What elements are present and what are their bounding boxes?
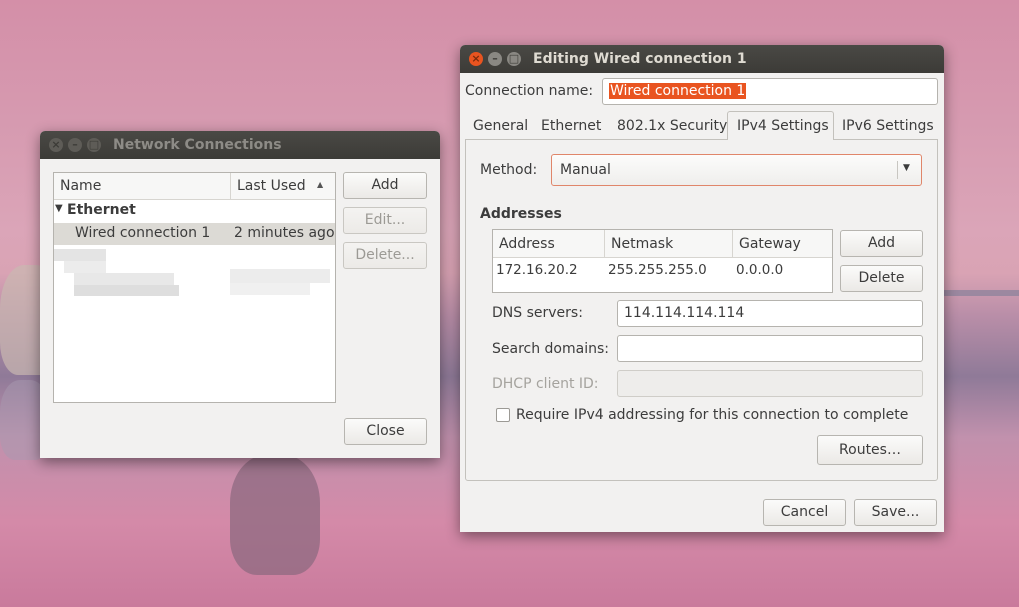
group-row-ethernet[interactable]: ▼ Ethernet xyxy=(54,200,335,222)
tab-ipv4-label: IPv4 Settings xyxy=(737,118,829,134)
close-icon[interactable]: × xyxy=(49,138,63,152)
sort-ascending-icon: ▲ xyxy=(317,180,324,189)
editing-titlebar[interactable]: × – □ Editing Wired connection 1 xyxy=(460,45,944,73)
addresses-heading: Addresses xyxy=(480,206,562,222)
tab-general[interactable]: General xyxy=(473,118,528,134)
add-address-button[interactable]: Add xyxy=(840,230,923,257)
method-combobox[interactable]: Manual ▼ xyxy=(551,154,922,186)
connection-name-field[interactable]: Wired connection 1 xyxy=(602,78,938,105)
dns-servers-value: 114.114.114.114 xyxy=(624,305,745,321)
maximize-icon[interactable]: □ xyxy=(87,138,101,152)
chevron-down-icon: ▼ xyxy=(903,163,910,173)
method-value: Manual xyxy=(560,162,611,178)
connection-name: Wired connection 1 xyxy=(75,225,211,241)
tab-ethernet[interactable]: Ethernet xyxy=(541,118,601,134)
add-button[interactable]: Add xyxy=(343,172,427,199)
connection-name-selected-text: Wired connection 1 xyxy=(609,83,747,99)
require-ipv4-label[interactable]: Require IPv4 addressing for this connect… xyxy=(516,407,908,423)
addresses-table[interactable]: Address Netmask Gateway 172.16.20.2 255.… xyxy=(492,229,833,293)
gateway-cell[interactable]: 0.0.0.0 xyxy=(736,262,783,278)
column-header-name[interactable]: Name xyxy=(60,178,101,194)
desktop-rock-center xyxy=(230,455,320,575)
tab-ipv4-settings[interactable]: IPv4 Settings xyxy=(727,111,834,140)
column-header-netmask[interactable]: Netmask xyxy=(611,236,673,252)
maximize-icon[interactable]: □ xyxy=(507,52,521,66)
address-cell[interactable]: 172.16.20.2 xyxy=(496,262,578,278)
minimize-icon[interactable]: – xyxy=(488,52,502,66)
require-ipv4-checkbox[interactable] xyxy=(496,408,510,422)
list-item[interactable]: Wired connection 1 2 minutes ago xyxy=(54,223,335,245)
combobox-divider xyxy=(897,161,898,179)
dhcp-client-id-label: DHCP client ID: xyxy=(492,376,599,392)
group-label: Ethernet xyxy=(67,202,136,218)
column-divider xyxy=(732,230,733,257)
column-header-last-used[interactable]: Last Used xyxy=(237,178,306,194)
tab-ipv6-settings[interactable]: IPv6 Settings xyxy=(842,118,934,134)
delete-button[interactable]: Delete... xyxy=(343,242,427,269)
dns-servers-field[interactable]: 114.114.114.114 xyxy=(617,300,923,327)
window-title: Network Connections xyxy=(113,137,282,153)
search-domains-label: Search domains: xyxy=(492,341,609,357)
table-row[interactable]: 172.16.20.2 255.255.255.0 0.0.0.0 xyxy=(493,258,832,282)
network-connections-window: × – □ Network Connections Name Last Used… xyxy=(40,131,440,458)
column-header-gateway[interactable]: Gateway xyxy=(739,236,801,252)
delete-address-button[interactable]: Delete xyxy=(840,265,923,292)
dns-servers-label: DNS servers: xyxy=(492,305,583,321)
cancel-button[interactable]: Cancel xyxy=(763,499,846,526)
minimize-icon[interactable]: – xyxy=(68,138,82,152)
netmask-cell[interactable]: 255.255.255.0 xyxy=(608,262,707,278)
column-divider xyxy=(604,230,605,257)
routes-button[interactable]: Routes… xyxy=(817,435,923,465)
search-domains-field[interactable] xyxy=(617,335,923,362)
addresses-header: Address Netmask Gateway xyxy=(493,230,832,258)
desktop-horizon xyxy=(940,290,1019,296)
network-connections-titlebar[interactable]: × – □ Network Connections xyxy=(40,131,440,159)
window-title: Editing Wired connection 1 xyxy=(533,51,747,67)
edit-button[interactable]: Edit... xyxy=(343,207,427,234)
column-divider xyxy=(230,173,231,199)
blurred-row xyxy=(54,249,335,309)
connections-list[interactable]: Name Last Used ▲ ▼ Ethernet Wired connec… xyxy=(53,172,336,403)
editing-connection-window: × – □ Editing Wired connection 1 Connect… xyxy=(460,45,944,532)
save-button[interactable]: Save... xyxy=(854,499,937,526)
expander-open-icon[interactable]: ▼ xyxy=(55,203,63,214)
dhcp-client-id-field[interactable] xyxy=(617,370,923,397)
column-header-address[interactable]: Address xyxy=(499,236,555,252)
close-icon[interactable]: × xyxy=(469,52,483,66)
close-button[interactable]: Close xyxy=(344,418,427,445)
list-header: Name Last Used ▲ xyxy=(54,173,335,200)
connection-name-label: Connection name: xyxy=(465,83,594,99)
method-label: Method: xyxy=(480,162,538,178)
connection-last-used: 2 minutes ago xyxy=(234,225,335,241)
tab-8021x-security[interactable]: 802.1x Security xyxy=(617,118,727,134)
